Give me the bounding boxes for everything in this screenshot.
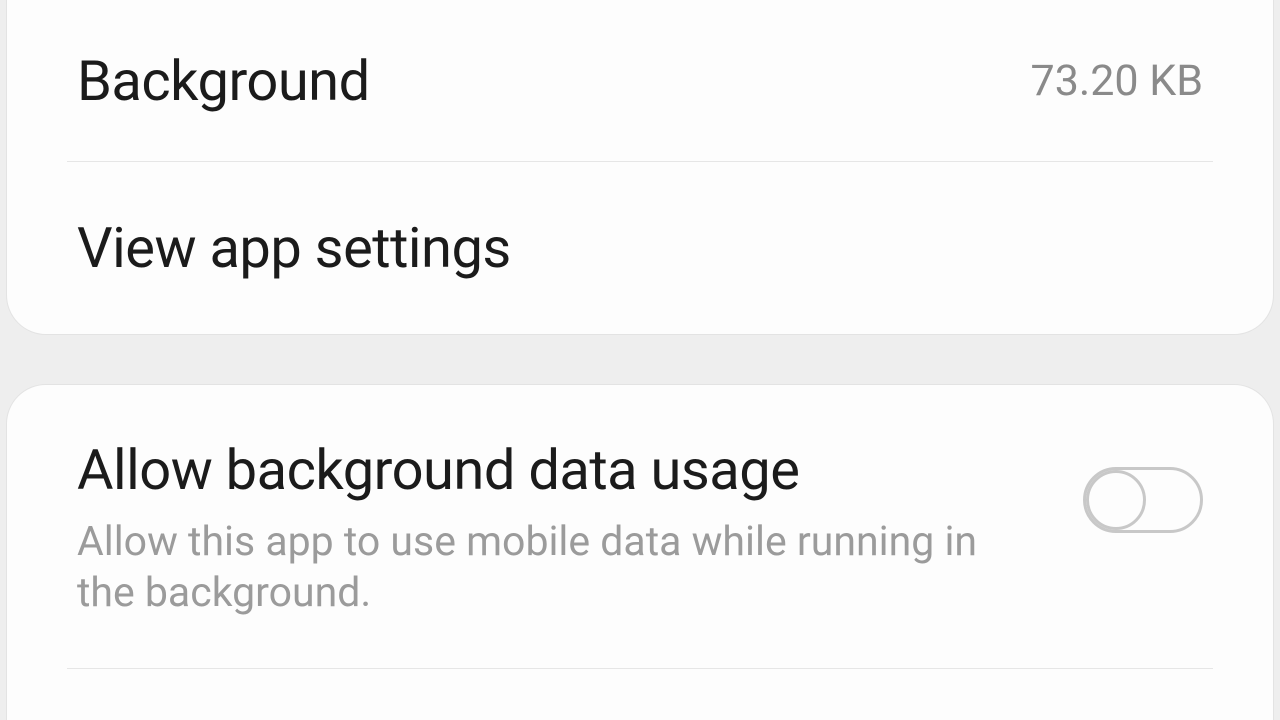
allow-background-data-title: Allow background data usage	[77, 437, 1043, 503]
background-data-card: Allow background data usage Allow this a…	[6, 384, 1274, 720]
allow-background-data-subtitle: Allow this app to use mobile data while …	[77, 517, 1017, 620]
allow-background-data-toggle[interactable]	[1083, 467, 1203, 533]
allow-background-data-row[interactable]: Allow background data usage Allow this a…	[7, 385, 1273, 620]
background-usage-value: 73.20 KB	[1031, 56, 1203, 106]
view-app-settings-row[interactable]: View app settings	[7, 162, 1273, 334]
divider	[67, 668, 1213, 669]
background-usage-row[interactable]: Background 73.20 KB	[7, 1, 1273, 161]
data-usage-card: Background 73.20 KB View app settings	[6, 0, 1274, 335]
view-app-settings-label: View app settings	[77, 215, 511, 281]
background-usage-label: Background	[77, 48, 370, 114]
toggle-knob	[1086, 470, 1146, 530]
